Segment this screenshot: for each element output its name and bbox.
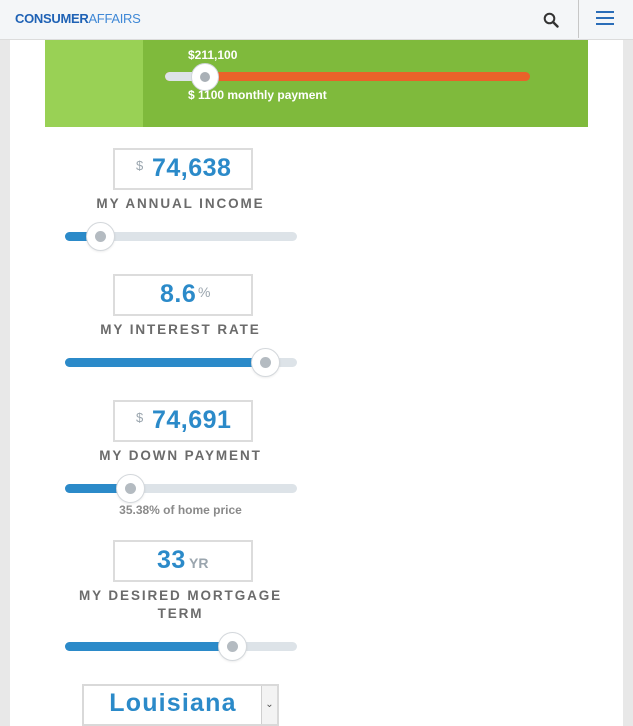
home-price-slider[interactable] xyxy=(165,72,530,81)
interest-rate-value: 8.6 xyxy=(160,280,197,308)
interest-rate-slider-handle[interactable] xyxy=(251,348,280,377)
currency-symbol: $ xyxy=(136,410,144,425)
home-price-value: $211,100 xyxy=(188,48,238,62)
search-icon[interactable] xyxy=(541,10,561,30)
down-payment-slider[interactable] xyxy=(65,474,297,503)
down-payment-percentage-note: 35.38% of home price xyxy=(119,503,242,517)
mortgage-term-slider[interactable] xyxy=(65,632,297,661)
mortgage-term-field[interactable]: 33 YR xyxy=(113,540,253,582)
mortgage-term-slider-fill xyxy=(65,642,232,651)
interest-rate-slider-fill xyxy=(65,358,265,367)
annual-income-field[interactable]: $ 74,638 xyxy=(113,148,253,190)
down-payment-slider-handle[interactable] xyxy=(116,474,145,503)
annual-income-slider[interactable] xyxy=(65,222,297,251)
mortgage-term-slider-handle[interactable] xyxy=(218,632,247,661)
mortgage-term-label-line2: TERM xyxy=(157,606,204,621)
percent-symbol: % xyxy=(198,284,211,300)
currency-symbol: $ xyxy=(136,158,144,173)
state-select[interactable]: Louisiana ⌄ xyxy=(82,684,279,726)
down-payment-value: 74,691 xyxy=(152,406,232,434)
annual-income-slider-handle[interactable] xyxy=(86,222,115,251)
interest-rate-label: MY INTEREST RATE xyxy=(100,322,261,337)
down-payment-label: MY DOWN PAYMENT xyxy=(99,448,262,463)
home-price-slider-handle[interactable] xyxy=(191,63,219,91)
state-select-value: Louisiana xyxy=(109,689,237,717)
interest-rate-field[interactable]: 8.6 % xyxy=(113,274,253,316)
monthly-payment-text: $ 1100 monthly payment xyxy=(188,88,327,102)
hamburger-menu-icon[interactable] xyxy=(596,11,616,29)
annual-income-label: MY ANNUAL INCOME xyxy=(96,196,265,211)
affordability-banner: $211,100 $ 1100 monthly payment xyxy=(45,40,588,127)
calculator-panel xyxy=(10,40,623,726)
mortgage-term-label-line1: MY DESIRED MORTGAGE xyxy=(78,588,283,603)
consumer-affairs-logo[interactable]: CONSUMERAFFAIRS xyxy=(15,11,141,26)
annual-income-value: 74,638 xyxy=(152,154,232,182)
down-payment-field[interactable]: $ 74,691 xyxy=(113,400,253,442)
header-divider xyxy=(578,0,579,38)
logo-part-affairs: AFFAIRS xyxy=(88,11,141,26)
interest-rate-slider[interactable] xyxy=(65,348,297,377)
chevron-down-icon[interactable]: ⌄ xyxy=(261,686,277,724)
logo-part-consumer: CONSUMER xyxy=(15,11,89,26)
site-header: CONSUMERAFFAIRS xyxy=(0,0,633,40)
mortgage-term-value: 33 xyxy=(157,546,186,574)
mortgage-term-label: MY DESIRED MORTGAGE TERM xyxy=(60,587,301,623)
years-suffix: YR xyxy=(189,555,209,571)
banner-accent xyxy=(45,40,143,127)
